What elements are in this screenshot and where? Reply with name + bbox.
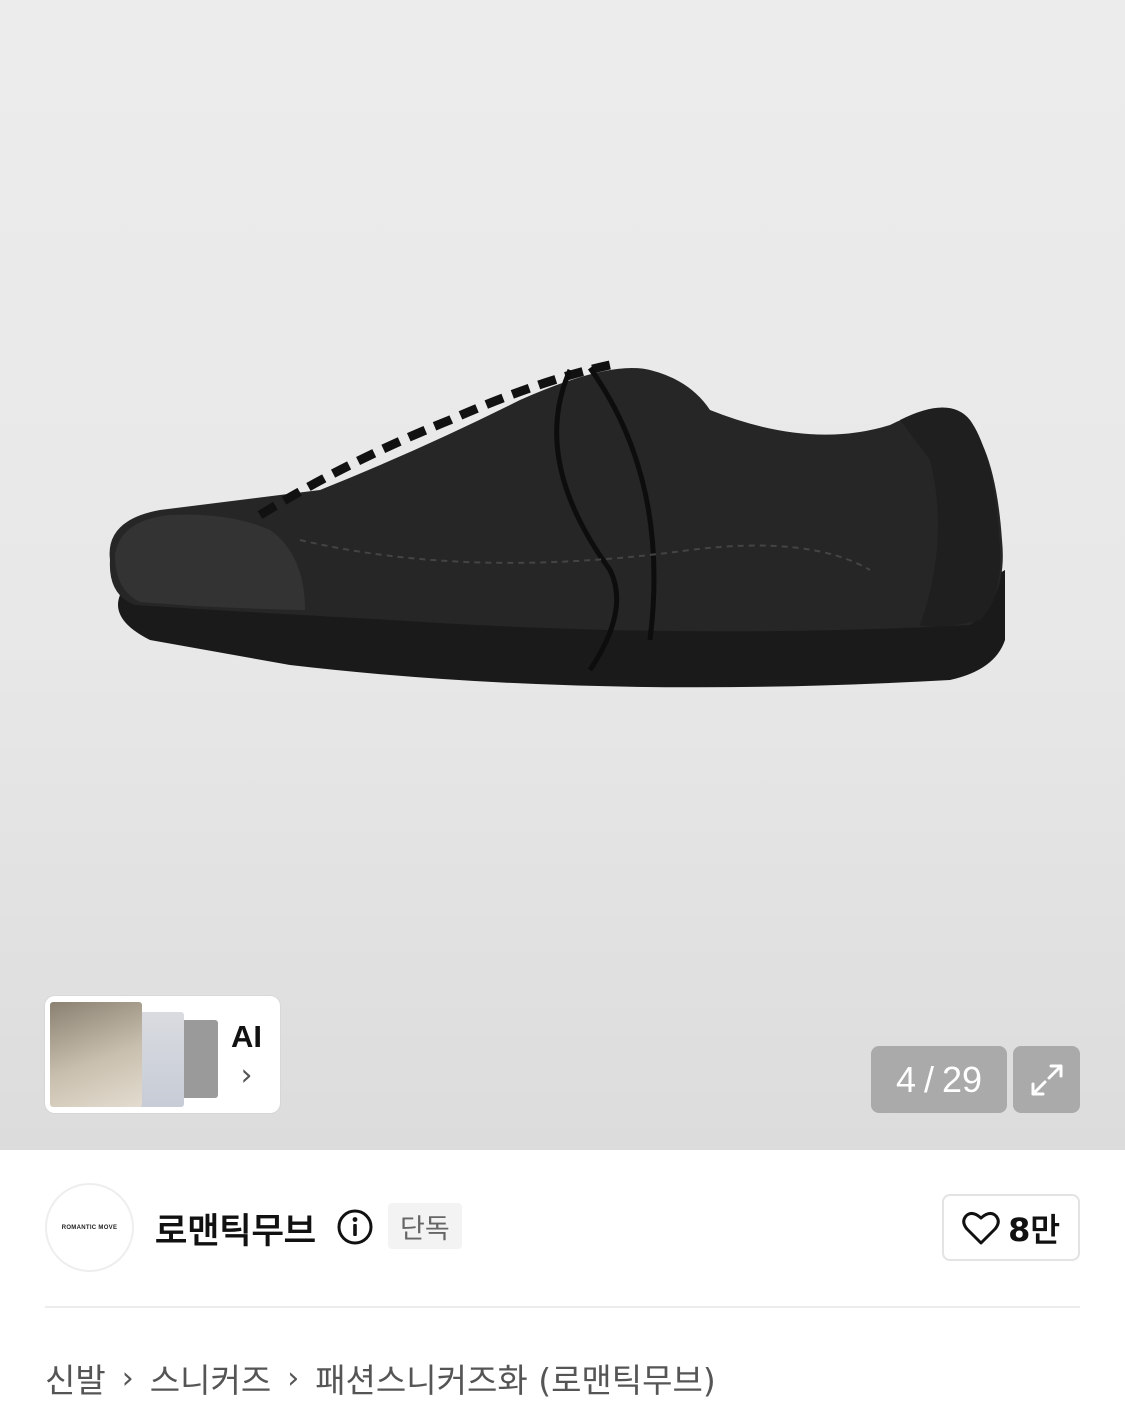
breadcrumb: 신발 › 스니커즈 › 패션스니커즈화 (로맨틱무브): [45, 1354, 716, 1402]
brand-name[interactable]: 로맨틱무브: [155, 1203, 316, 1254]
ai-thumbnail-stack: [50, 1002, 218, 1107]
expand-arrows-icon: [1031, 1064, 1062, 1095]
image-counter-current: 4: [895, 1058, 916, 1100]
breadcrumb-item-sneakers[interactable]: 스니커즈: [150, 1354, 271, 1402]
divider: [45, 1306, 1080, 1308]
breadcrumb-item-fashion-sneakers[interactable]: 패션스니커즈화 (로맨틱무브): [315, 1354, 716, 1402]
ai-label: AI: [231, 1018, 262, 1054]
ai-thumbnail-1: [50, 1002, 142, 1107]
image-counter-total: 29: [942, 1058, 983, 1100]
brand-row: ROMANTIC MOVE 로맨틱무브 단독 8만: [45, 1183, 1080, 1273]
brand-logo[interactable]: ROMANTIC MOVE: [45, 1183, 134, 1272]
ai-thumbnail-2: [138, 1012, 184, 1107]
chevron-right-icon: ›: [121, 1360, 134, 1396]
expand-image-button[interactable]: [1013, 1046, 1080, 1113]
heart-outline-icon: [962, 1211, 1000, 1244]
chevron-right-icon: ›: [240, 1057, 253, 1093]
image-counter-separator: /: [923, 1058, 934, 1100]
exclusive-badge: 단독: [388, 1203, 462, 1249]
ai-styling-card[interactable]: AI ›: [45, 996, 280, 1113]
breadcrumb-item-shoes[interactable]: 신발: [45, 1354, 106, 1402]
chevron-right-icon: ›: [287, 1360, 300, 1396]
product-photo-black-sneaker: [109, 360, 1005, 688]
image-counter: 4 / 29: [871, 1046, 1007, 1113]
brand-logo-text: ROMANTIC MOVE: [61, 1224, 118, 1231]
like-button[interactable]: 8만: [942, 1194, 1080, 1261]
info-circle-icon[interactable]: [336, 1208, 374, 1246]
like-count: 8만: [1008, 1210, 1060, 1249]
product-image-gallery[interactable]: AI › 4 / 29: [0, 0, 1125, 1150]
